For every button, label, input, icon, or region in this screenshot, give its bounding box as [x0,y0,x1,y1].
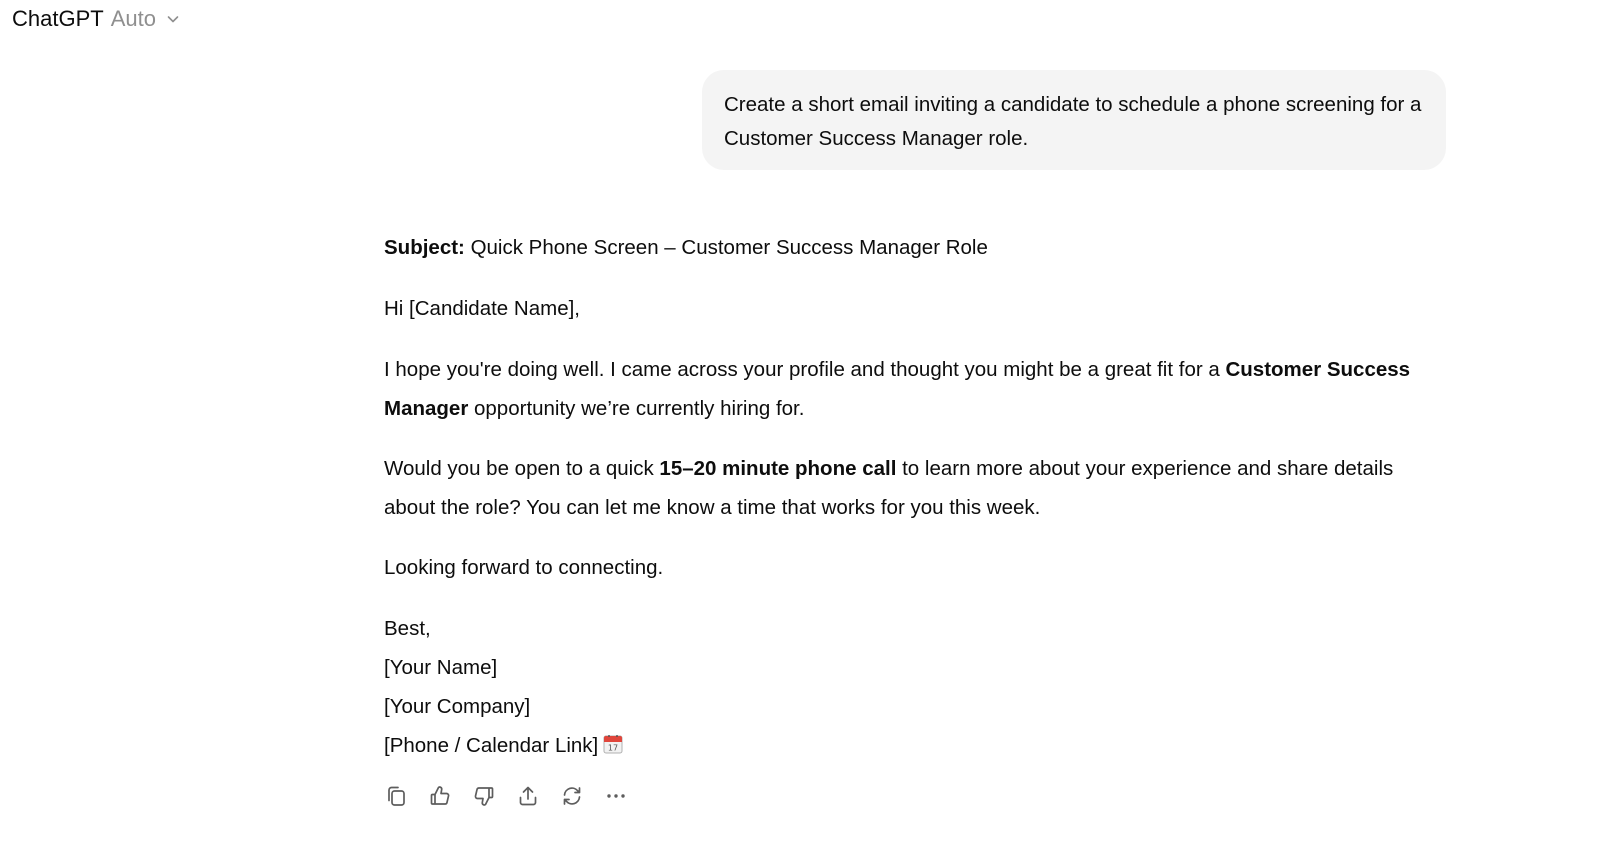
subject-label: Subject: [384,236,465,259]
signoff-text: Best, [384,617,431,640]
email-subject-line: Subject: Quick Phone Screen – Customer S… [384,228,988,267]
email-paragraph-request: Would you be open to a quick 15–20 minut… [384,449,1424,527]
para2-bold: 15–20 minute phone call [659,457,897,480]
para1-text-b: opportunity we’re currently hiring for. [468,397,805,420]
para2-text-a: Would you be open to a quick [384,457,660,480]
thumbs-down-icon[interactable] [472,784,496,808]
model-label: Auto [110,6,156,31]
email-signature: Best, [Your Name] [Your Company] [Phone … [384,609,624,765]
model-switcher[interactable]: ChatGPT Auto [12,4,181,34]
user-message-bubble: Create a short email inviting a candidat… [702,70,1446,170]
signature-link: [Phone / Calendar Link] [384,734,599,757]
message-actions [384,784,628,808]
copy-icon[interactable] [384,784,408,808]
email-paragraph-intro: I hope you're doing well. I came across … [384,350,1424,428]
para1-text-a: I hope you're doing well. I came across … [384,358,1226,381]
email-greeting: Hi [Candidate Name], [384,297,580,320]
thumbs-up-icon[interactable] [428,784,452,808]
svg-text:17: 17 [608,744,618,753]
email-closing: Looking forward to connecting. [384,556,664,579]
signature-company: [Your Company] [384,695,531,718]
more-icon[interactable] [604,784,628,808]
user-message-text: Create a short email inviting a candidat… [724,93,1422,150]
subject-text: Quick Phone Screen – Customer Success Ma… [464,236,988,259]
signature-name: [Your Name] [384,656,498,679]
chevron-down-icon [165,11,181,27]
calendar-icon: 17 [602,729,624,754]
app-name: ChatGPT [12,6,104,31]
regenerate-icon[interactable] [560,784,584,808]
share-icon[interactable] [516,784,540,808]
signature-link-line: [Phone / Calendar Link] 17 [384,726,624,765]
